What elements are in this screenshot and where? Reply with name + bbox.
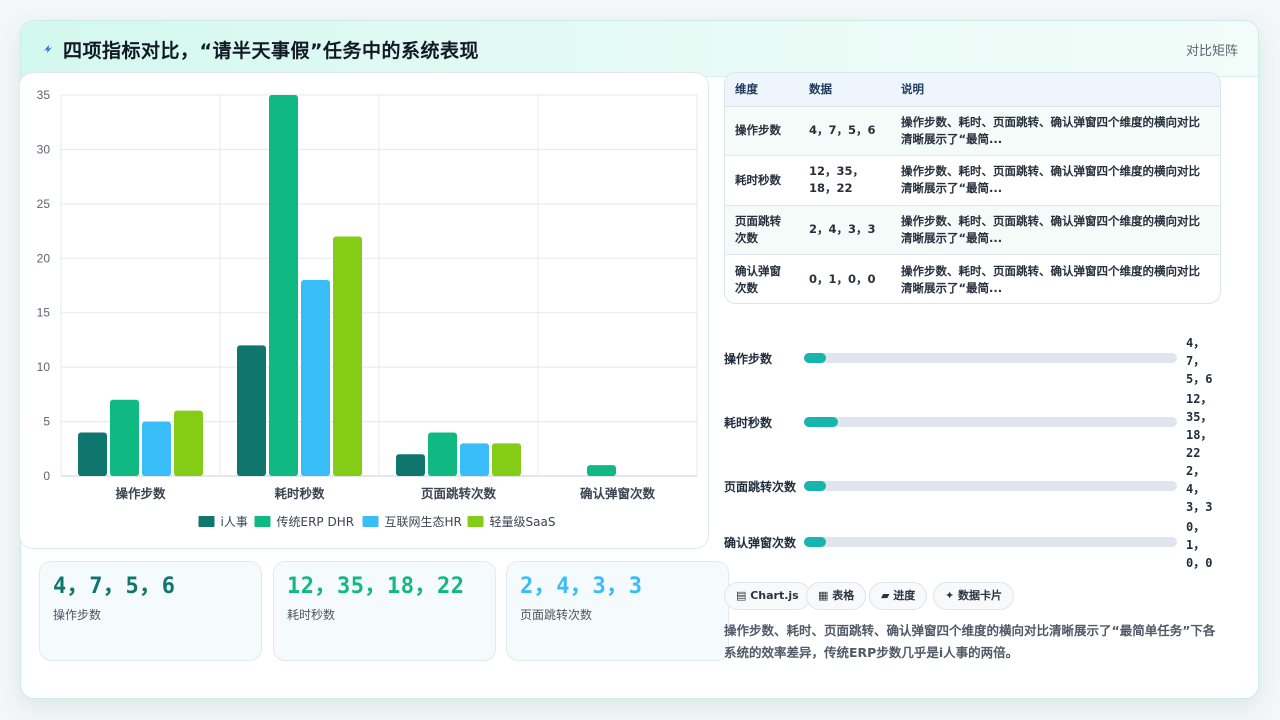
bar-chart-panel: 0 5 10 15 20 25 30 35 操作步数 耗时秒数 页面跳转次数 确认弹窗次数 i人事 传统E… xyxy=(19,72,709,549)
y-tick-label: 30 xyxy=(37,142,51,156)
table-cell-data: 2，4，3，3 xyxy=(799,205,891,255)
y-tick-label: 5 xyxy=(43,415,50,429)
stat-card-seconds: 12，35，18，22 耗时秒数 xyxy=(273,561,496,661)
table-cell-note: 操作步数、耗时、页面跳转、确认弹窗四个维度的横向对比清晰展示了“最简... xyxy=(891,205,1220,255)
progress-fill xyxy=(804,417,838,427)
legend-swatch xyxy=(362,516,379,527)
bar xyxy=(301,280,330,476)
legend-label: i人事 xyxy=(221,515,248,529)
bar xyxy=(110,399,139,476)
progress-label: 页面跳转次数 xyxy=(724,480,797,494)
progress-row-jumps: 页面跳转次数 2，4，3，3 xyxy=(724,464,1224,514)
summary-text: 操作步数、耗时、页面跳转、确认弹窗四个维度的横向对比清晰展示了“最简单任务”下各… xyxy=(724,623,1216,660)
bar xyxy=(428,432,457,476)
bar-chart: 0 5 10 15 20 25 30 35 操作步数 耗时秒数 页面跳转次数 确认弹窗次数 i人事 传统E… xyxy=(37,88,698,529)
progress-row-seconds: 耗时秒数 12，35，18，22 xyxy=(724,392,1224,460)
table-cell-data: 12，35，18，22 xyxy=(799,155,891,206)
legend-swatch xyxy=(198,516,215,527)
table-cell-note: 操作步数、耗时、页面跳转、确认弹窗四个维度的横向对比清晰展示了“最简... xyxy=(891,106,1220,156)
data-table-panel: 维度 数据 说明 操作步数 4，7，5，6 操作步数、耗时、页面跳转、确认弹窗四… xyxy=(724,72,1221,304)
progress-track xyxy=(804,481,1177,491)
chip-table[interactable]: ▦ 表格 xyxy=(806,582,867,610)
y-tick-label: 10 xyxy=(37,360,51,374)
stat-value: 12，35，18，22 xyxy=(287,574,465,599)
x-tick-label: 页面跳转次数 xyxy=(421,486,497,501)
progress-label: 确认弹窗次数 xyxy=(724,536,797,550)
bar xyxy=(142,421,171,476)
progress-track xyxy=(804,417,1177,427)
x-tick-label: 耗时秒数 xyxy=(274,486,325,501)
stat-label: 耗时秒数 xyxy=(287,608,336,622)
bar xyxy=(237,345,266,476)
y-tick-label: 25 xyxy=(37,197,51,211)
data-table: 维度 数据 说明 操作步数 4，7，5，6 操作步数、耗时、页面跳转、确认弹窗四… xyxy=(725,73,1220,304)
stat-card-steps: 4，7，5，6 操作步数 xyxy=(39,561,262,661)
table-cell-dimension: 耗时秒数 xyxy=(725,155,799,206)
table-header-cell: 数据 xyxy=(799,73,891,107)
bar xyxy=(492,443,521,476)
table-header-row: 维度 数据 说明 xyxy=(725,73,1220,107)
table-cell-data: 0，1，0，0 xyxy=(809,272,876,286)
progress-fill xyxy=(804,481,827,491)
table-cell-note: 操作步数、耗时、页面跳转、确认弹窗四个维度的横向对比清晰展示了“最简... xyxy=(901,263,1200,295)
x-tick-label: 确认弹窗次数 xyxy=(580,486,656,501)
progress-track xyxy=(804,537,1177,547)
y-tick-label: 0 xyxy=(43,469,50,483)
bar xyxy=(174,410,203,476)
table-cell-dimension: 页面跳转次数 xyxy=(725,205,799,255)
bar xyxy=(269,95,298,476)
table-cell-data: 4，7，5，6 xyxy=(799,106,891,156)
view-mode-label: 对比矩阵 xyxy=(1185,44,1238,59)
chip-data-card[interactable]: ✦ 数据卡片 xyxy=(933,582,1015,610)
progress-value: 12，35，18，22 xyxy=(1186,392,1213,460)
progress-track xyxy=(804,353,1177,363)
stat-value: 2，4，3，3 xyxy=(520,574,643,599)
progress-row-steps: 操作步数 4，7，5，6 xyxy=(724,336,1224,386)
x-tick-label: 操作步数 xyxy=(115,486,166,501)
bar xyxy=(587,465,616,476)
table-header-cell: 维度 xyxy=(725,73,799,107)
table-cell-dimension: 操作步数 xyxy=(725,106,799,156)
bolt-icon xyxy=(44,45,52,53)
progress-value: 2，4，3，3 xyxy=(1186,464,1213,514)
legend-label: 轻量级SaaS xyxy=(490,515,556,529)
stat-label: 页面跳转次数 xyxy=(520,608,593,622)
page-title: 四项指标对比，“请半天事假”任务中的系统表现 xyxy=(63,40,479,62)
bar xyxy=(460,443,489,476)
legend-label: 传统ERP DHR xyxy=(277,514,355,529)
legend-swatch xyxy=(467,516,484,527)
y-tick-label: 35 xyxy=(37,88,51,102)
progress-label: 耗时秒数 xyxy=(724,416,773,430)
table-row: 耗时秒数 12，35，18，22 操作步数、耗时、页面跳转、确认弹窗四个维度的横… xyxy=(725,155,1220,206)
stat-value: 4，7，5，6 xyxy=(53,574,176,599)
table-row: 操作步数 4，7，5，6 操作步数、耗时、页面跳转、确认弹窗四个维度的横向对比清… xyxy=(725,106,1220,156)
progress-fill xyxy=(804,537,827,547)
progress-value: 0，1，0，0 xyxy=(1186,520,1213,570)
table-header-cell: 说明 xyxy=(891,73,1220,107)
progress-label: 操作步数 xyxy=(724,352,773,366)
table-cell-dimension: 确认弹窗次数 xyxy=(735,263,781,295)
y-tick-label: 20 xyxy=(37,251,51,265)
bar xyxy=(396,454,425,476)
chip-progress[interactable]: ▰ 进度 xyxy=(869,582,928,610)
legend-label: 互联网生态HR xyxy=(385,515,462,529)
table-row: 页面跳转次数 2，4，3，3 操作步数、耗时、页面跳转、确认弹窗四个维度的横向对… xyxy=(725,205,1220,255)
stat-label: 操作步数 xyxy=(53,608,102,622)
progress-fill xyxy=(804,353,827,363)
bar xyxy=(78,432,107,476)
legend-swatch xyxy=(254,516,271,527)
table-cell-note: 操作步数、耗时、页面跳转、确认弹窗四个维度的横向对比清晰展示了“最简... xyxy=(891,155,1220,206)
progress-row-dialogs: 确认弹窗次数 0，1，0，0 xyxy=(724,520,1224,570)
progress-value: 4，7，5，6 xyxy=(1186,336,1213,386)
stat-card-jumps: 2，4，3，3 页面跳转次数 xyxy=(506,561,729,661)
bar xyxy=(333,236,362,476)
table-row: 确认弹窗次数 0，1，0，0 操作步数、耗时、页面跳转、确认弹窗四个维度的横向对… xyxy=(725,255,1220,304)
chip-chartjs[interactable]: ▤ Chart.js xyxy=(724,582,811,610)
card-header: 四项指标对比，“请半天事假”任务中的系统表现 对比矩阵 xyxy=(21,21,1258,77)
y-tick-label: 15 xyxy=(37,306,51,320)
